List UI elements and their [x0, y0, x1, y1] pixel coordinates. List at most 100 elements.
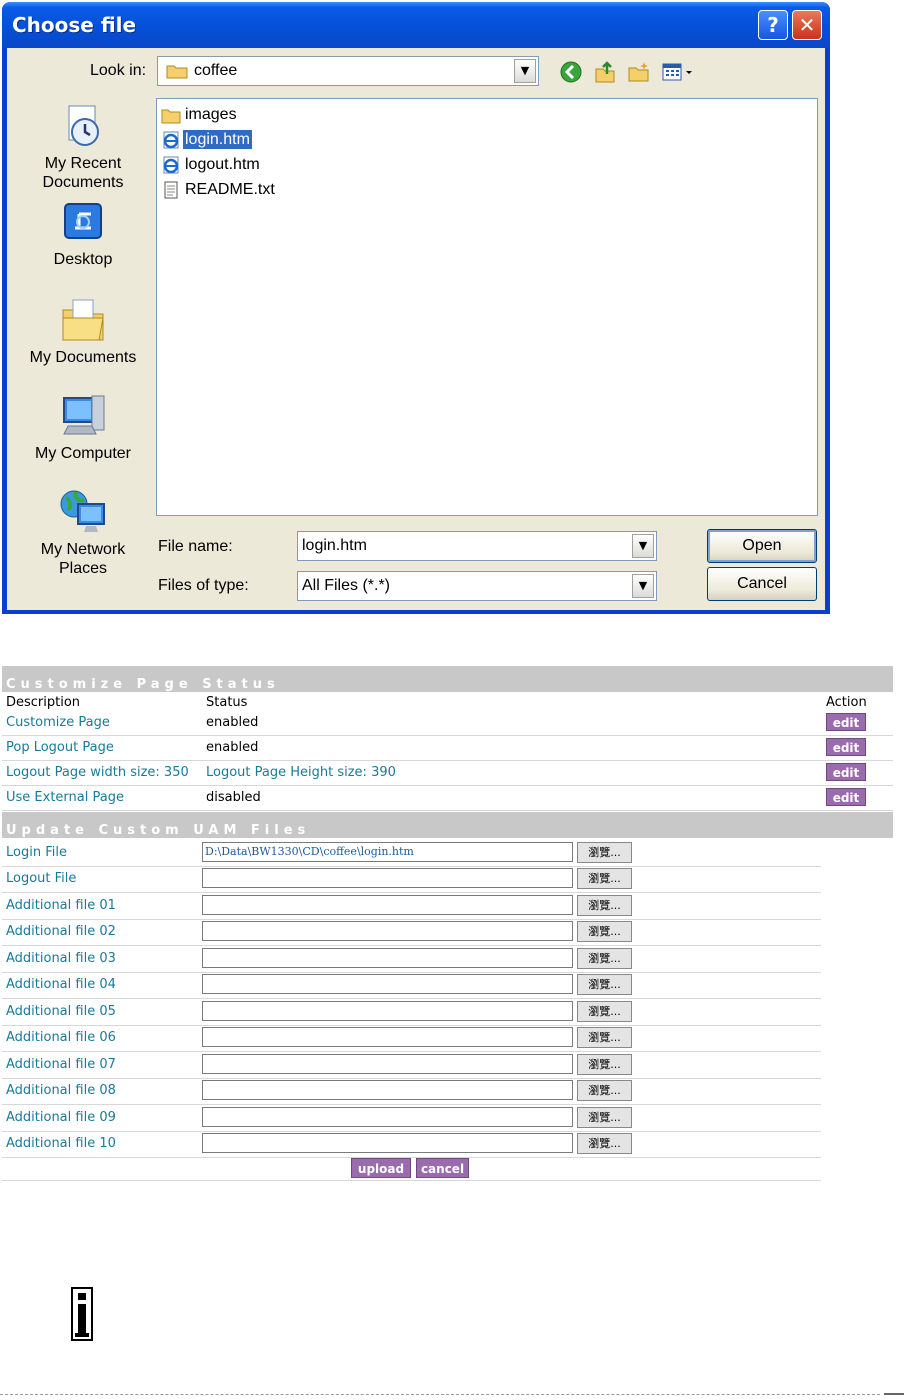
page-marker — [884, 1393, 904, 1395]
file-path-input[interactable] — [202, 1080, 573, 1100]
browse-button[interactable]: 瀏覽... — [577, 1107, 632, 1128]
file-row: Additional file 04 瀏覽... — [2, 972, 821, 999]
description-link[interactable]: Use External Page — [6, 790, 124, 805]
chevron-down-icon[interactable]: ▼ — [632, 534, 654, 558]
dialog-titlebar[interactable]: Choose file ? ✕ — [2, 2, 830, 48]
table-row: Customize Page enabled edit — [2, 710, 893, 736]
file-label: Additional file 04 — [6, 977, 116, 992]
file-row: Additional file 09 瀏覽... — [2, 1105, 821, 1132]
network-places-icon — [60, 490, 105, 532]
browse-button[interactable]: 瀏覽... — [577, 1054, 632, 1075]
up-folder-icon[interactable] — [593, 60, 617, 84]
status-value: Logout Page Height size: 390 — [206, 765, 396, 780]
status-value: enabled — [206, 715, 259, 730]
browse-button[interactable]: 瀏覽... — [577, 1001, 632, 1022]
view-menu-icon[interactable] — [661, 60, 695, 84]
new-folder-icon[interactable] — [627, 60, 651, 84]
close-button[interactable]: ✕ — [792, 10, 822, 40]
file-name: login.htm — [183, 130, 252, 149]
table-row: Use External Page disabled edit — [2, 785, 893, 811]
file-name: README.txt — [185, 181, 275, 198]
file-item[interactable]: logout.htm — [161, 155, 262, 177]
open-button[interactable]: Open — [707, 529, 817, 563]
look-in-dropdown[interactable]: coffee ▼ — [157, 56, 539, 86]
file-label: Logout File — [6, 871, 77, 886]
file-label: Additional file 01 — [6, 898, 116, 913]
html-file-icon — [163, 156, 179, 174]
file-row: Login File D:\Data\BW1330\CD\coffee\logi… — [2, 840, 821, 867]
file-path-input[interactable] — [202, 1133, 573, 1153]
file-item[interactable]: README.txt — [161, 180, 277, 202]
place-label: My Computer — [34, 445, 132, 462]
file-path-input[interactable] — [202, 868, 573, 888]
upload-button[interactable]: upload — [351, 1158, 411, 1178]
file-path-input[interactable] — [202, 1001, 573, 1021]
html-file-icon — [163, 131, 179, 149]
edit-button[interactable]: edit — [826, 713, 866, 731]
file-path-input[interactable] — [202, 921, 573, 941]
status-value: enabled — [206, 740, 259, 755]
file-path-input[interactable]: D:\Data\BW1330\CD\coffee\login.htm — [202, 842, 573, 862]
browse-button[interactable]: 瀏覽... — [577, 895, 632, 916]
place-label: My Network Places — [40, 541, 126, 577]
file-type-dropdown[interactable]: All Files (*.*) ▼ — [297, 571, 657, 601]
status-section-header: Customize Page Status — [2, 666, 893, 692]
file-row: Additional file 10 瀏覽... — [2, 1131, 821, 1158]
place-my-documents[interactable]: My Documents — [21, 294, 145, 367]
file-name-label: File name: — [158, 538, 233, 555]
browse-button[interactable]: 瀏覽... — [577, 1080, 632, 1101]
folder-icon — [166, 65, 188, 79]
file-label: Additional file 02 — [6, 924, 116, 939]
file-row: Additional file 03 瀏覽... — [2, 946, 821, 973]
browse-button[interactable]: 瀏覽... — [577, 842, 632, 863]
cancel-upload-button[interactable]: cancel — [416, 1158, 469, 1178]
file-path-input[interactable] — [202, 895, 573, 915]
info-icon — [71, 1287, 93, 1341]
file-path-input[interactable] — [202, 1054, 573, 1074]
form-actions: upload cancel — [2, 1158, 821, 1181]
place-network-places[interactable]: My Network Places — [21, 486, 145, 578]
description-link[interactable]: Logout Page width size: 350 — [6, 765, 189, 780]
browse-button[interactable]: 瀏覽... — [577, 974, 632, 995]
file-label: Additional file 08 — [6, 1083, 116, 1098]
place-desktop[interactable]: Desktop — [21, 200, 145, 269]
file-item[interactable]: login.htm — [161, 130, 252, 152]
description-link[interactable]: Customize Page — [6, 715, 110, 730]
file-name-field[interactable]: login.htm ▼ — [297, 531, 657, 561]
table-row: Logout Page width size: 350 Logout Page … — [2, 760, 893, 786]
browse-button[interactable]: 瀏覽... — [577, 921, 632, 942]
chevron-down-icon[interactable]: ▼ — [632, 574, 654, 598]
file-item[interactable]: images — [161, 105, 239, 127]
file-path-input[interactable] — [202, 1027, 573, 1047]
file-row: Logout File 瀏覽... — [2, 866, 821, 893]
cancel-button[interactable]: Cancel — [707, 567, 817, 601]
file-path-input[interactable] — [202, 948, 573, 968]
chevron-down-icon[interactable]: ▼ — [514, 59, 536, 83]
browse-button[interactable]: 瀏覽... — [577, 948, 632, 969]
back-icon[interactable] — [559, 60, 583, 84]
place-recent-documents[interactable]: My Recent Documents — [21, 102, 145, 192]
file-label: Additional file 09 — [6, 1110, 116, 1125]
file-label: Additional file 10 — [6, 1136, 116, 1151]
place-my-computer[interactable]: My Computer — [21, 390, 145, 463]
file-row: Additional file 08 瀏覽... — [2, 1078, 821, 1105]
col-description: Description — [6, 695, 81, 710]
place-label: Desktop — [53, 251, 113, 268]
browse-button[interactable]: 瀏覽... — [577, 1133, 632, 1154]
edit-button[interactable]: edit — [826, 763, 866, 781]
description-link[interactable]: Pop Logout Page — [6, 740, 114, 755]
look-in-value: coffee — [194, 62, 238, 79]
folder-icon — [161, 109, 181, 124]
edit-button[interactable]: edit — [826, 788, 866, 806]
browse-button[interactable]: 瀏覽... — [577, 868, 632, 889]
edit-button[interactable]: edit — [826, 738, 866, 756]
file-path-input[interactable] — [202, 974, 573, 994]
file-label: Additional file 07 — [6, 1057, 116, 1072]
help-button[interactable]: ? — [758, 10, 788, 40]
look-in-label: Look in: — [90, 62, 147, 79]
col-action: Action — [826, 695, 867, 710]
file-row: Additional file 06 瀏覽... — [2, 1025, 821, 1052]
browse-button[interactable]: 瀏覽... — [577, 1027, 632, 1048]
file-path-input[interactable] — [202, 1107, 573, 1127]
file-list[interactable]: images login.htm logout.htm README.txt — [156, 98, 818, 516]
